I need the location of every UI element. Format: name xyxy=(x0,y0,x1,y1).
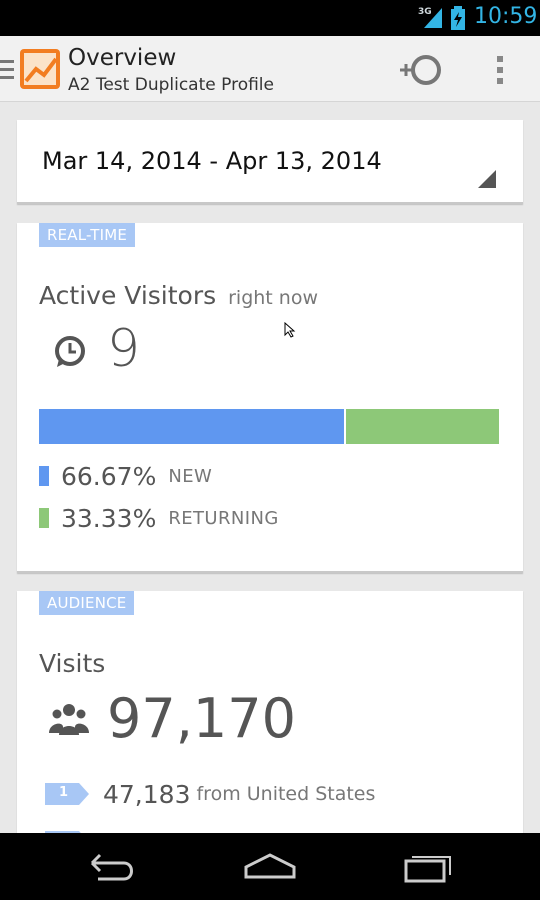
new-percent: 66.67% xyxy=(61,461,157,491)
status-clock: 10:59 xyxy=(474,4,538,29)
audience-card[interactable]: AUDIENCE Visits 97,170 1 47,183 from Uni… xyxy=(17,591,523,853)
country-row[interactable]: 1 47,183 from United States xyxy=(45,779,375,809)
returning-label: RETURNING xyxy=(168,507,279,529)
visits-heading: Visits xyxy=(39,649,106,678)
date-range-label: Mar 14, 2014 - Apr 13, 2014 xyxy=(42,147,382,175)
battery-charging-icon xyxy=(451,6,465,30)
new-swatch xyxy=(39,466,49,486)
signal-icon xyxy=(424,8,442,28)
action-bar: Overview A2 Test Duplicate Profile xyxy=(0,36,540,102)
legend-new: 66.67% NEW xyxy=(39,461,212,491)
new-label: NEW xyxy=(168,465,213,487)
realtime-tag: REAL-TIME xyxy=(39,223,136,247)
dropdown-caret-icon xyxy=(478,170,496,188)
recent-apps-icon[interactable] xyxy=(400,847,460,887)
date-range-picker[interactable]: Mar 14, 2014 - Apr 13, 2014 xyxy=(17,120,523,204)
active-visitors-subtitle: right now xyxy=(228,287,318,309)
new-visitors-segment xyxy=(39,409,346,444)
navigation-bar xyxy=(0,833,540,900)
add-segment-icon[interactable] xyxy=(398,52,446,88)
rank-number: 1 xyxy=(59,785,69,800)
returning-percent: 33.33% xyxy=(61,503,157,533)
new-vs-returning-bar xyxy=(39,409,499,444)
active-visitors-count: 9 xyxy=(107,319,141,379)
analytics-logo[interactable] xyxy=(20,49,60,89)
returning-swatch xyxy=(39,508,49,528)
drawer-icon[interactable] xyxy=(0,60,14,82)
country-name: from United States xyxy=(196,783,376,805)
realtime-card[interactable]: REAL-TIME Active Visitors right now 9 66… xyxy=(17,223,523,573)
clock-icon xyxy=(55,336,85,367)
returning-visitors-segment xyxy=(346,409,499,444)
audience-tag: AUDIENCE xyxy=(39,591,135,615)
legend-returning: 33.33% RETURNING xyxy=(39,503,279,533)
active-visitors-heading: Active Visitors right now xyxy=(39,281,318,310)
rank-badge: 1 xyxy=(45,783,89,805)
active-visitors-title: Active Visitors xyxy=(39,281,217,310)
back-icon[interactable] xyxy=(82,847,142,887)
visits-total: 97,170 xyxy=(107,687,296,750)
home-icon[interactable] xyxy=(240,847,300,887)
overflow-menu-icon[interactable] xyxy=(486,52,514,88)
mouse-pointer-icon xyxy=(284,322,296,338)
people-icon xyxy=(49,704,89,735)
screen-title: Overview xyxy=(68,45,177,71)
profile-name[interactable]: A2 Test Duplicate Profile xyxy=(68,75,274,95)
status-bar: 3G 10:59 xyxy=(0,0,540,36)
country-visits: 47,183 xyxy=(103,779,191,809)
